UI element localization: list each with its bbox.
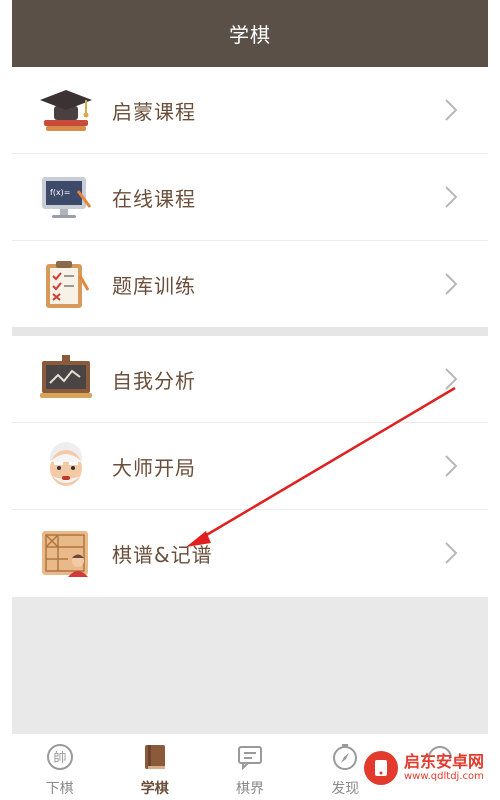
shuai-piece-icon: 帥 xyxy=(46,744,73,770)
menu-group-2: 自我分析 大师开局 棋谱&记谱 xyxy=(12,336,488,596)
compass-icon xyxy=(333,744,358,770)
tab-label: 下棋 xyxy=(45,781,74,797)
master-avatar-icon xyxy=(38,438,94,494)
page-header: 学棋 xyxy=(12,0,488,67)
menu-item-chess-record[interactable]: 棋谱&记谱 xyxy=(12,510,488,596)
svg-text:f(x)=: f(x)= xyxy=(50,188,71,197)
chess-record-icon xyxy=(38,525,94,581)
tab-label: 发现 xyxy=(331,781,360,797)
menu-item-self-analysis[interactable]: 自我分析 xyxy=(12,336,488,423)
chevron-right-icon xyxy=(445,273,458,295)
watermark: 启东安卓网 www.qdltdj.com xyxy=(364,742,492,794)
watermark-logo-icon xyxy=(364,751,398,785)
menu-item-label: 棋谱&记谱 xyxy=(112,542,213,567)
watermark-url: www.qdltdj.com xyxy=(404,771,484,782)
app-frame: 学棋 启蒙课程 f(x)= 在线课程 题库训练 自我分析 大师开局 棋谱&记谱 … xyxy=(12,0,488,800)
chevron-right-icon xyxy=(445,99,458,121)
empty-area xyxy=(12,597,488,734)
menu-item-enlightenment-course[interactable]: 启蒙课程 xyxy=(12,67,488,154)
tab-learn[interactable]: 学棋 xyxy=(107,734,202,800)
menu-item-question-bank[interactable]: 题库训练 xyxy=(12,241,488,327)
tab-play[interactable]: 帥 下棋 xyxy=(12,734,107,800)
menu-item-online-course[interactable]: f(x)= 在线课程 xyxy=(12,154,488,241)
chevron-right-icon xyxy=(445,186,458,208)
chevron-right-icon xyxy=(445,368,458,390)
menu-item-label: 大师开局 xyxy=(112,455,196,480)
svg-text:帥: 帥 xyxy=(53,751,66,766)
chevron-right-icon xyxy=(445,542,458,564)
menu-item-label: 在线课程 xyxy=(112,186,196,211)
section-divider xyxy=(12,327,488,336)
chart-board-icon xyxy=(38,351,94,407)
clipboard-icon xyxy=(38,256,94,312)
menu-group-1: 启蒙课程 f(x)= 在线课程 题库训练 xyxy=(12,67,488,327)
menu-item-master-opening[interactable]: 大师开局 xyxy=(12,423,488,510)
page-title: 学棋 xyxy=(229,23,271,47)
tab-community[interactable]: 棋界 xyxy=(202,734,297,800)
watermark-title: 启东安卓网 xyxy=(404,752,485,771)
menu-item-label: 自我分析 xyxy=(112,368,196,393)
chevron-right-icon xyxy=(445,455,458,477)
monitor-icon: f(x)= xyxy=(38,169,94,225)
menu-item-label: 题库训练 xyxy=(112,273,196,298)
menu-item-label: 启蒙课程 xyxy=(112,99,196,124)
chat-icon xyxy=(238,746,262,771)
tab-label: 学棋 xyxy=(140,781,169,797)
graduation-cap-icon xyxy=(38,82,94,138)
tab-label: 棋界 xyxy=(236,781,264,797)
book-icon xyxy=(144,745,165,769)
